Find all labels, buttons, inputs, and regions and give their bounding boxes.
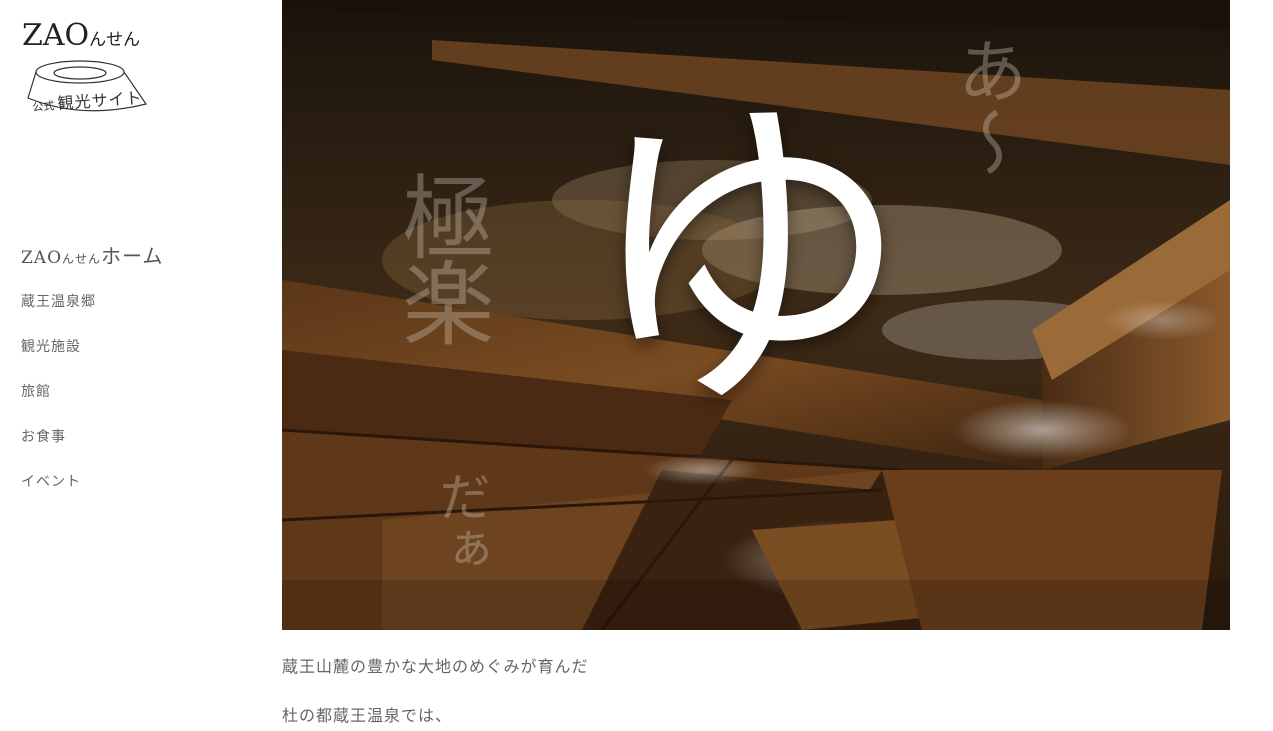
nav-item-ryokan[interactable]: 旅館 xyxy=(21,381,163,426)
main-nav: ZAOんせんホーム 蔵王温泉郷 観光施設 旅館 お食事 イベント xyxy=(21,240,163,516)
logo-zao-text: ZAO xyxy=(22,18,90,53)
intro-line-1: 蔵王山麓の豊かな大地のめぐみが育んだ xyxy=(282,657,589,676)
nav-item-sightseeing[interactable]: 観光施設 xyxy=(21,336,163,381)
nav-item-events[interactable]: イベント xyxy=(21,471,163,516)
nav-item-dining[interactable]: お食事 xyxy=(21,426,163,471)
nav-home-onsen: んせん xyxy=(62,252,102,266)
logo-sub-small: 公式 xyxy=(31,99,55,114)
hero-vertical-text-aa: あ〜 xyxy=(946,35,1028,179)
logo-title: ZAOんせん xyxy=(22,18,140,53)
hero-big-character: ゆ xyxy=(582,68,912,452)
site-logo[interactable]: ZAOんせん 公式 観光サイト xyxy=(22,18,172,118)
intro-line-2: 杜の都蔵王温泉では、 xyxy=(282,706,453,725)
nav-home-link[interactable]: ZAOんせんホーム xyxy=(21,240,163,269)
logo-onsen-text: んせん xyxy=(89,30,141,50)
nav-home-suffix: ホーム xyxy=(101,244,164,268)
hero-vertical-text-daa: だぁ xyxy=(429,470,489,574)
page: ZAOんせん 公式 観光サイト ZAOんせんホーム 蔵王温泉郷 観光施設 旅館 … xyxy=(0,0,1273,731)
intro-text: 蔵王山麓の豊かな大地のめぐみが育んだ 杜の都蔵王温泉では、 xyxy=(282,655,1182,731)
hero-banner: 極楽 だぁ あ〜 ゆ xyxy=(282,0,1230,630)
nav-item-zao-onsen-kyo[interactable]: 蔵王温泉郷 xyxy=(21,291,163,336)
sidebar: ZAOんせん 公式 観光サイト ZAOんせんホーム 蔵王温泉郷 観光施設 旅館 … xyxy=(0,0,282,731)
nav-home-zao: ZAO xyxy=(21,248,63,268)
hero-vertical-text-gokuraku: 極楽 xyxy=(387,170,494,342)
